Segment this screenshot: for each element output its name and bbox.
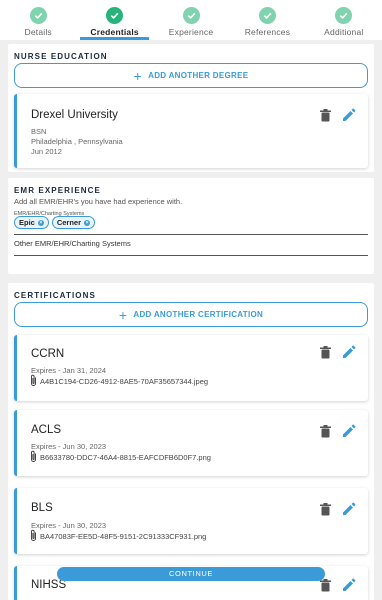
trash-icon[interactable]: [320, 108, 331, 122]
certification-name: NIHSS: [31, 579, 67, 591]
check-icon: [335, 7, 353, 24]
step-label: References: [244, 27, 291, 37]
remove-chip-icon[interactable]: ×: [84, 219, 91, 226]
edit-pencil-icon[interactable]: [342, 502, 356, 516]
plus-icon: +: [133, 67, 143, 84]
trash-icon[interactable]: [320, 345, 331, 359]
step-label: Experience: [168, 27, 214, 37]
section-title: NURSE EDUCATION: [14, 52, 108, 61]
chip-label: Cerner: [56, 218, 82, 227]
attachment-filename: A4B1C194-CD26-4912-8AE5-70AF35657344.jpe…: [40, 377, 209, 386]
paperclip-icon: [30, 374, 40, 389]
add-certification-label: ADD ANOTHER CERTIFICATION: [133, 310, 264, 319]
check-icon: [182, 7, 200, 24]
progress-stepper: Details Credentials Experience Reference…: [0, 0, 382, 40]
other-emr-field[interactable]: Other EMR/EHR/Charting Systems: [14, 239, 131, 248]
emr-chip[interactable]: Cerner ×: [51, 216, 96, 229]
check-icon: [106, 7, 124, 24]
attachment-row[interactable]: BA47083F-EE5D-48F5-9151-2C91333CF931.png: [30, 529, 206, 544]
edit-pencil-icon[interactable]: [342, 578, 356, 592]
attachment-filename: BA47083F-EE5D-48F5-9151-2C91333CF931.png: [40, 532, 207, 541]
graduation-date: Jun 2012: [31, 147, 62, 156]
emr-experience-section: EMR EXPERIENCE Add all EMR/EHR's you hav…: [8, 178, 374, 274]
step-label: Details: [24, 27, 52, 37]
step-credentials[interactable]: Credentials: [76, 0, 152, 40]
paperclip-icon: [30, 450, 40, 465]
step-label: Additional: [324, 27, 364, 37]
remove-chip-icon[interactable]: ×: [37, 219, 44, 226]
field-underline: [14, 234, 368, 235]
check-icon: [258, 7, 276, 24]
edit-pencil-icon[interactable]: [342, 424, 356, 438]
trash-icon[interactable]: [320, 502, 331, 516]
add-degree-label: ADD ANOTHER DEGREE: [148, 71, 249, 80]
check-icon: [29, 7, 47, 24]
trash-icon[interactable]: [320, 578, 331, 592]
field-underline: [14, 255, 368, 256]
certification-entry: ACLS Expires - Jun 30, 2023 B6633780-DDC…: [14, 410, 368, 476]
attachment-filename: B6633780-DDC7-46A4-8815-EAFCDFB6D0F7.png: [40, 453, 211, 462]
emr-description: Add all EMR/EHR's you have had experienc…: [14, 197, 183, 206]
plus-icon: +: [118, 306, 128, 323]
step-additional[interactable]: Additional: [306, 0, 382, 40]
nurse-education-section: NURSE EDUCATION + ADD ANOTHER DEGREE Dre…: [8, 44, 374, 172]
attachment-row[interactable]: B6633780-DDC7-46A4-8815-EAFCDFB6D0F7.png: [30, 450, 211, 465]
school-name: Drexel University: [31, 109, 118, 121]
education-entry: Drexel University BSN Philadelphia , Pen…: [14, 94, 368, 168]
edit-pencil-icon[interactable]: [342, 108, 356, 122]
continue-button[interactable]: CONTINUE: [57, 567, 325, 581]
trash-icon[interactable]: [320, 424, 331, 438]
edit-pencil-icon[interactable]: [342, 345, 356, 359]
paperclip-icon: [30, 529, 40, 544]
emr-chip-list[interactable]: Epic × Cerner ×: [14, 216, 96, 229]
attachment-row[interactable]: A4B1C194-CD26-4912-8AE5-70AF35657344.jpe…: [30, 374, 208, 389]
certification-name: ACLS: [31, 424, 62, 436]
add-certification-button[interactable]: + ADD ANOTHER CERTIFICATION: [14, 302, 368, 327]
section-title: CERTIFICATIONS: [14, 291, 96, 300]
certification-name: BLS: [31, 502, 53, 514]
certifications-section: CERTIFICATIONS + ADD ANOTHER CERTIFICATI…: [8, 283, 374, 600]
emr-chip[interactable]: Epic ×: [14, 216, 49, 229]
certification-entry: BLS Expires - Jun 30, 2023 BA47083F-EE5D…: [14, 488, 368, 554]
certification-entry: CCRN Expires - Jan 31, 2024 A4B1C194-CD2…: [14, 335, 368, 401]
section-title: EMR EXPERIENCE: [14, 186, 101, 195]
chip-label: Epic: [19, 218, 35, 227]
step-details[interactable]: Details: [0, 0, 76, 40]
add-degree-button[interactable]: + ADD ANOTHER DEGREE: [14, 63, 368, 88]
step-references[interactable]: References: [229, 0, 305, 40]
certification-name: CCRN: [31, 348, 65, 360]
step-label: Credentials: [90, 27, 139, 37]
step-experience[interactable]: Experience: [153, 0, 229, 40]
